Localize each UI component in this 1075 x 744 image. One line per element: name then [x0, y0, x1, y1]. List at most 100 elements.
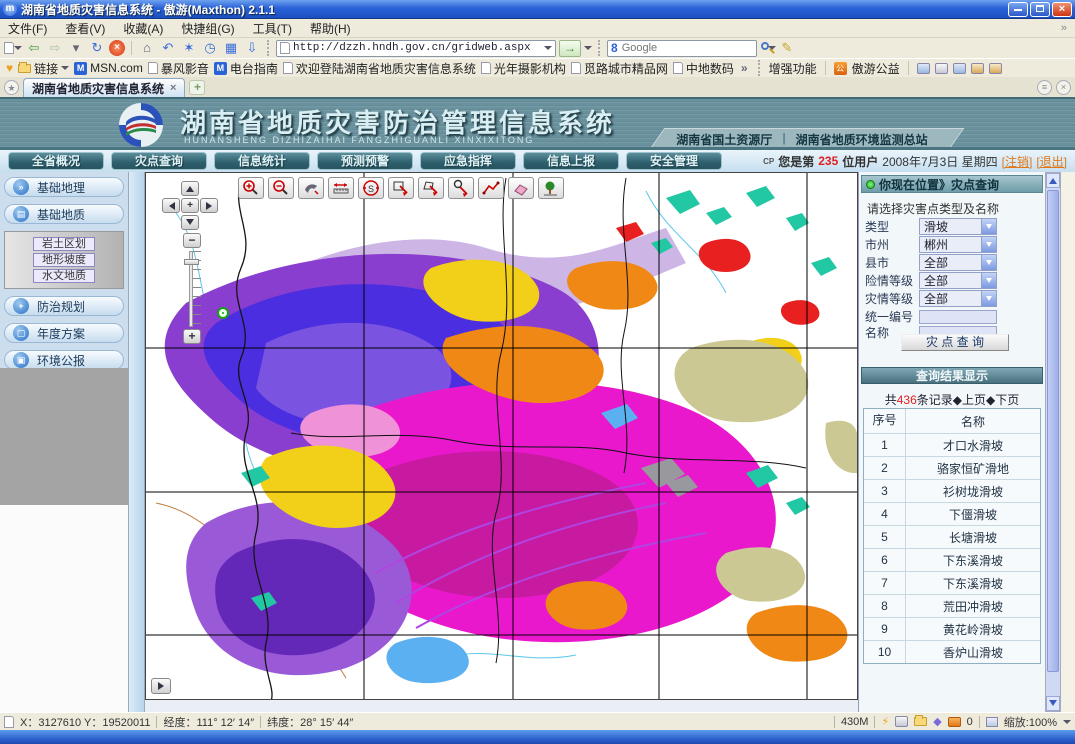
nav-tab-emergency[interactable]: 应急指挥	[420, 152, 516, 170]
row-name-link[interactable]: 下僵滑坡	[906, 506, 1040, 523]
logout-link[interactable]: [注销]	[1002, 153, 1033, 170]
user-icon[interactable]	[917, 63, 930, 74]
disaster-level-select[interactable]: 全部	[919, 290, 997, 307]
tab-close-icon[interactable]: ×	[170, 82, 176, 94]
row-name-link[interactable]: 衫树垅滑坡	[906, 483, 1040, 500]
menu-view[interactable]: 查看(V)	[65, 20, 105, 37]
pan-up-button[interactable]	[181, 181, 199, 196]
table-row[interactable]: 7下东溪滑坡	[864, 571, 1040, 594]
map-canvas[interactable]: S + − +	[145, 172, 858, 700]
select-polygon-tool[interactable]	[418, 177, 444, 199]
maxthon-charity-link[interactable]: 傲游公益	[852, 60, 900, 77]
sub-item-rock-soil-zoning[interactable]: 岩土区划	[33, 237, 95, 251]
download-button[interactable]: ⇩	[243, 39, 261, 57]
sidebar-item-base-geology[interactable]: ▤ 基础地质	[4, 204, 124, 224]
filter-wand-button[interactable]: ✶	[180, 39, 198, 57]
skin-icon[interactable]	[971, 63, 984, 74]
back-button[interactable]: ⇦	[25, 39, 43, 57]
bookmark-radio-guide[interactable]: M电台指南	[214, 60, 278, 77]
bookmark-links-folder[interactable]: 链接	[18, 60, 69, 77]
menu-overflow-icon[interactable]: »	[1061, 22, 1067, 34]
prev-page-link[interactable]: 上页	[962, 393, 986, 407]
chevron-down-icon[interactable]	[981, 219, 996, 234]
row-name-link[interactable]: 黄花岭滑坡	[906, 621, 1040, 638]
pan-left-button[interactable]	[162, 198, 180, 213]
pages-icon[interactable]	[953, 63, 966, 74]
disaster-query-button[interactable]: 灾 点 查 询	[901, 334, 1009, 351]
frames-button[interactable]: ▦	[222, 39, 240, 57]
exit-link[interactable]: [退出]	[1036, 153, 1067, 170]
scroll-down-icon[interactable]	[1046, 696, 1060, 711]
menu-tools[interactable]: 工具(T)	[253, 20, 292, 37]
row-name-link[interactable]: 才口水滑坡	[906, 437, 1040, 454]
pan-down-button[interactable]	[181, 215, 199, 230]
scrollbar-thumb[interactable]	[1047, 190, 1059, 672]
table-row[interactable]: 9黄花岭滑坡	[864, 617, 1040, 640]
table-row[interactable]: 2骆家恒矿滑地	[864, 456, 1040, 479]
table-row[interactable]: 10香炉山滑坡	[864, 640, 1040, 663]
nav-tab-statistics[interactable]: 信息统计	[214, 152, 310, 170]
code-input[interactable]	[919, 310, 997, 324]
geo-monitor-station-link[interactable]: 湖南省地质环境监测总站	[796, 131, 928, 148]
layers-tree-tool[interactable]	[538, 177, 564, 199]
measure-distance-tool[interactable]	[328, 177, 354, 199]
table-row[interactable]: 4下僵滑坡	[864, 502, 1040, 525]
bookmarks-overflow-icon[interactable]: »	[741, 61, 748, 75]
land-resources-link[interactable]: 湖南省国土资源厅	[676, 131, 772, 148]
boost-lightning-icon[interactable]: ⚡	[881, 715, 889, 728]
close-all-tabs-icon[interactable]: ×	[1056, 80, 1071, 95]
sub-item-terrain-slope[interactable]: 地形坡度	[33, 253, 95, 267]
row-name-link[interactable]: 香炉山滑坡	[906, 644, 1040, 661]
bookmark-msn[interactable]: MMSN.com	[74, 61, 143, 75]
table-row[interactable]: 5长塘滑坡	[864, 525, 1040, 548]
zoom-dropdown-icon[interactable]	[1063, 720, 1071, 728]
highlight-button[interactable]: ✎	[778, 39, 796, 57]
home-button[interactable]: ⌂	[138, 39, 156, 57]
sidebar-item-prevention-plan[interactable]: + 防治规划	[4, 296, 124, 316]
chevron-down-icon[interactable]	[981, 291, 996, 306]
row-name-link[interactable]: 下东溪滑坡	[906, 575, 1040, 592]
page-zoom-level[interactable]: 缩放:100%	[1004, 714, 1057, 730]
menu-help[interactable]: 帮助(H)	[310, 20, 351, 37]
plugin-diamond-icon[interactable]: ◆	[933, 715, 941, 728]
zoom-in-tool[interactable]	[238, 177, 264, 199]
identify-tool[interactable]	[448, 177, 474, 199]
folder-dropdown-icon[interactable]	[61, 66, 69, 74]
bookmark-photo-studio[interactable]: 光年摄影机构	[481, 60, 566, 77]
active-tab[interactable]: 湖南省地质灾害信息系统 ×	[23, 78, 185, 97]
sidebar-item-annual-scheme[interactable]: ▢ 年度方案	[4, 323, 124, 343]
address-bar[interactable]	[276, 40, 556, 57]
zoom-out-tool[interactable]	[268, 177, 294, 199]
bookmark-storm-player[interactable]: 暴风影音	[148, 60, 209, 77]
county-select[interactable]: 全部	[919, 254, 997, 271]
search-input[interactable]	[622, 42, 764, 54]
go-button[interactable]: →	[559, 40, 581, 57]
search-bar[interactable]: 8	[607, 40, 757, 57]
close-button[interactable]: ×	[1052, 2, 1072, 17]
next-page-link[interactable]: 下页	[995, 393, 1019, 407]
bookmark-hunan-geohazard[interactable]: 欢迎登陆湖南省地质灾害信息系统	[283, 60, 476, 77]
address-dropdown-icon[interactable]	[544, 46, 552, 54]
row-name-link[interactable]: 长塘滑坡	[906, 529, 1040, 546]
window-icon[interactable]	[935, 63, 948, 74]
stop-button[interactable]: ×	[109, 40, 125, 56]
sidebar-item-environment-bulletin[interactable]: ▣ 环境公报	[4, 350, 124, 370]
new-page-button[interactable]	[4, 39, 22, 57]
nav-tab-forecast-warning[interactable]: 预测预警	[317, 152, 413, 170]
table-row[interactable]: 6下东溪滑坡	[864, 548, 1040, 571]
table-row[interactable]: 3衫树垅滑坡	[864, 479, 1040, 502]
pan-right-button[interactable]	[200, 198, 218, 213]
select-rect-tool[interactable]	[388, 177, 414, 199]
scale-tool[interactable]: S	[358, 177, 384, 199]
nav-tab-security[interactable]: 安全管理	[626, 152, 722, 170]
address-input[interactable]	[293, 42, 541, 54]
bookmark-city-boutique[interactable]: 觅路城市精品网	[571, 60, 668, 77]
chevron-down-icon[interactable]	[981, 255, 996, 270]
search-button[interactable]	[760, 41, 775, 56]
page-zoom-icon[interactable]	[986, 717, 998, 727]
city-select[interactable]: 郴州	[919, 236, 997, 253]
table-row[interactable]: 1才口水滑坡	[864, 433, 1040, 456]
nav-tab-disaster-query[interactable]: 灾点查询	[111, 152, 207, 170]
bookmark-zhongdi[interactable]: 中地数码	[673, 60, 734, 77]
menu-groups[interactable]: 快捷组(G)	[181, 20, 234, 37]
